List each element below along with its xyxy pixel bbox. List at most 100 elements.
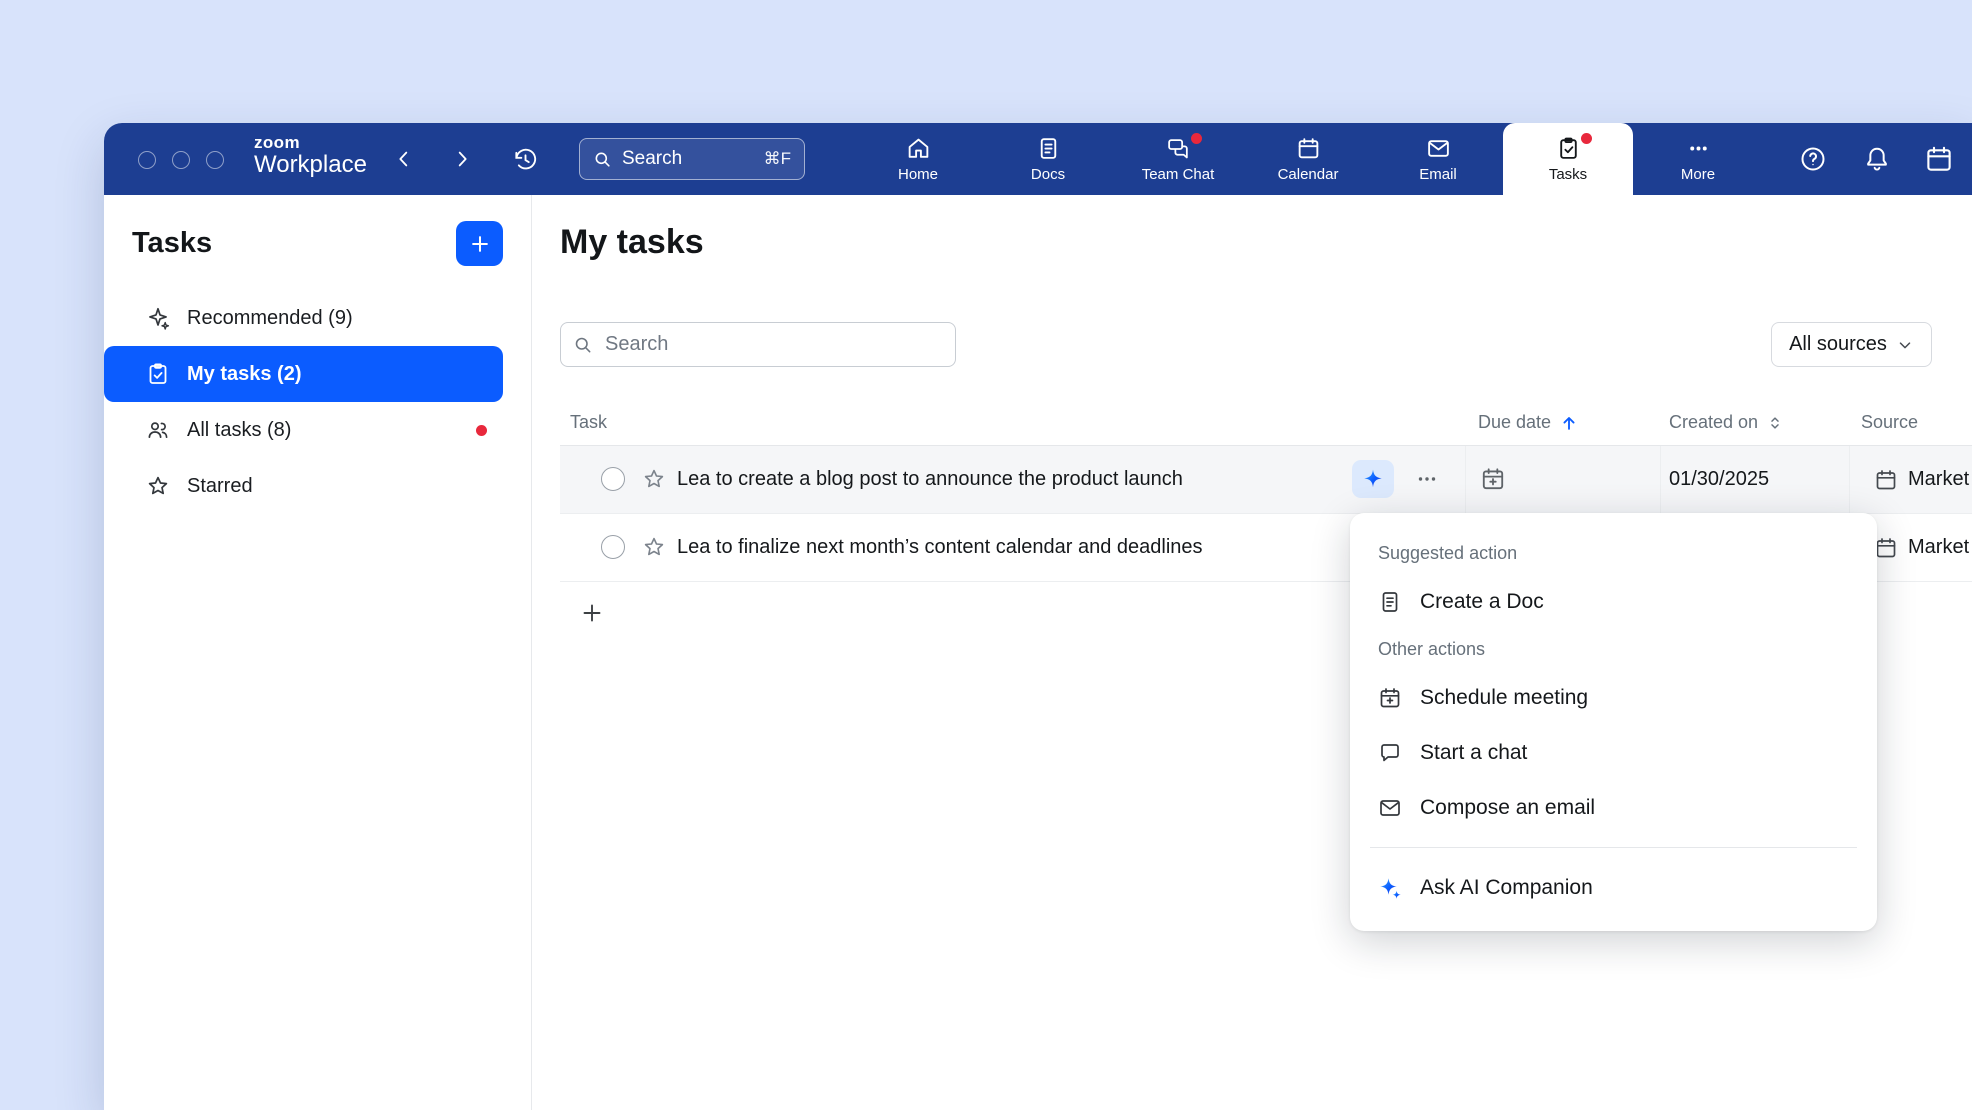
nav-label: More	[1681, 166, 1715, 183]
sparkle-icon	[146, 306, 170, 330]
logo-zoom-text: zoom	[254, 133, 367, 152]
nav-label: Team Chat	[1142, 166, 1215, 183]
help-button[interactable]	[1796, 142, 1830, 176]
table-header-row: Task Due date Created on Source	[560, 400, 1972, 446]
column-header-due-date[interactable]: Due date	[1478, 400, 1579, 445]
sources-filter-label: All sources	[1789, 333, 1887, 356]
sidebar-list: Recommended (9) My tasks (2) All tasks (…	[104, 290, 531, 514]
nav-tasks[interactable]: Tasks	[1503, 123, 1633, 195]
sidebar-item-starred[interactable]: Starred	[104, 458, 503, 514]
tasks-sidebar: Tasks Recommended (9) My tasks (2) All t…	[104, 195, 532, 1110]
menu-item-start-chat[interactable]: Start a chat	[1350, 725, 1877, 780]
more-icon	[1686, 136, 1711, 161]
sort-icon	[1766, 414, 1784, 432]
sidebar-item-label: Starred	[187, 475, 253, 498]
search-icon	[573, 335, 593, 355]
sidebar-title: Tasks	[132, 227, 212, 260]
sidebar-item-label: My tasks (2)	[187, 363, 302, 386]
row-more-button[interactable]	[1408, 460, 1446, 498]
zoom-workplace-logo: zoom Workplace	[254, 133, 367, 179]
star-icon[interactable]	[642, 467, 666, 491]
team-chat-icon	[1166, 136, 1191, 161]
task-checkbox[interactable]	[601, 467, 625, 491]
calendar-icon	[1296, 136, 1321, 161]
task-actions-menu: Suggested action Create a Doc Other acti…	[1350, 513, 1877, 931]
notification-dot	[1191, 133, 1202, 144]
menu-divider	[1370, 847, 1857, 848]
zoom-workplace-window: zoom Workplace Search ⌘F Home	[104, 123, 1972, 1110]
sidebar-item-label: Recommended (9)	[187, 307, 353, 330]
mini-calendar-button[interactable]	[1922, 142, 1956, 176]
primary-nav: Home Docs Team Chat Calendar Email	[853, 123, 1763, 195]
nav-label: Tasks	[1549, 166, 1587, 183]
sort-ascending-icon	[1559, 413, 1579, 433]
sources-filter-dropdown[interactable]: All sources	[1771, 322, 1932, 367]
ai-sparkle-icon	[1362, 468, 1384, 490]
menu-item-create-doc[interactable]: Create a Doc	[1350, 574, 1877, 629]
nav-home[interactable]: Home	[853, 123, 983, 195]
nav-team-chat[interactable]: Team Chat	[1113, 123, 1243, 195]
people-icon	[146, 418, 170, 442]
email-icon	[1378, 796, 1402, 820]
sidebar-item-all-tasks[interactable]: All tasks (8)	[104, 402, 503, 458]
back-button[interactable]	[387, 142, 421, 176]
calendar-plus-icon	[1378, 686, 1402, 710]
window-close-button[interactable]	[138, 151, 156, 169]
nav-email[interactable]: Email	[1373, 123, 1503, 195]
chevron-down-icon	[1896, 336, 1914, 354]
history-icon	[513, 147, 538, 172]
notification-dot	[476, 425, 487, 436]
column-header-source[interactable]: Source	[1861, 400, 1918, 445]
nav-more[interactable]: More	[1633, 123, 1763, 195]
logo-workplace-text: Workplace	[254, 152, 367, 179]
calendar-plus-icon	[1480, 466, 1506, 492]
search-shortcut: ⌘F	[764, 149, 791, 169]
app-header: zoom Workplace Search ⌘F Home	[104, 123, 1972, 195]
new-task-button[interactable]	[456, 221, 503, 266]
nav-label: Email	[1419, 166, 1457, 183]
global-search[interactable]: Search ⌘F	[579, 138, 805, 180]
history-button[interactable]	[508, 142, 542, 176]
column-header-created-on[interactable]: Created on	[1669, 400, 1784, 445]
global-search-placeholder: Search	[622, 148, 682, 170]
menu-item-schedule-meeting[interactable]: Schedule meeting	[1350, 670, 1877, 725]
search-icon	[593, 150, 612, 169]
task-checkbox[interactable]	[601, 535, 625, 559]
source-label: Market	[1908, 536, 1969, 559]
nav-calendar[interactable]: Calendar	[1243, 123, 1373, 195]
bell-icon	[1863, 145, 1891, 173]
window-minimize-button[interactable]	[172, 151, 190, 169]
task-search-input[interactable]	[603, 332, 943, 357]
task-row[interactable]: Lea to create a blog post to announce th…	[560, 446, 1972, 514]
nav-label: Docs	[1031, 166, 1065, 183]
ellipsis-icon	[1415, 467, 1439, 491]
notification-dot	[1581, 133, 1592, 144]
doc-icon	[1378, 590, 1402, 614]
add-due-date-button[interactable]	[1480, 466, 1506, 492]
star-icon[interactable]	[642, 535, 666, 559]
menu-item-ask-ai-companion[interactable]: Ask AI Companion	[1350, 860, 1877, 915]
nav-docs[interactable]: Docs	[983, 123, 1113, 195]
ai-companion-action-button[interactable]	[1352, 460, 1394, 498]
nav-label: Calendar	[1278, 166, 1339, 183]
sidebar-item-label: All tasks (8)	[187, 419, 291, 442]
window-zoom-button[interactable]	[206, 151, 224, 169]
source-label: Market	[1908, 468, 1969, 491]
menu-section-label: Suggested action	[1350, 533, 1877, 574]
mini-calendar-icon	[1924, 144, 1954, 174]
forward-button[interactable]	[445, 142, 479, 176]
nav-label: Home	[898, 166, 938, 183]
source-cell: Market	[1874, 446, 1969, 513]
email-icon	[1426, 136, 1451, 161]
home-icon	[906, 136, 931, 161]
column-header-task[interactable]: Task	[570, 400, 607, 445]
sidebar-item-recommended[interactable]: Recommended (9)	[104, 290, 503, 346]
window-controls	[138, 151, 224, 169]
chat-icon	[1378, 741, 1402, 765]
docs-icon	[1036, 136, 1061, 161]
sidebar-item-my-tasks[interactable]: My tasks (2)	[104, 346, 503, 402]
notifications-button[interactable]	[1860, 142, 1894, 176]
plus-icon	[469, 233, 491, 255]
menu-item-compose-email[interactable]: Compose an email	[1350, 780, 1877, 835]
created-on-value: 01/30/2025	[1669, 446, 1769, 513]
